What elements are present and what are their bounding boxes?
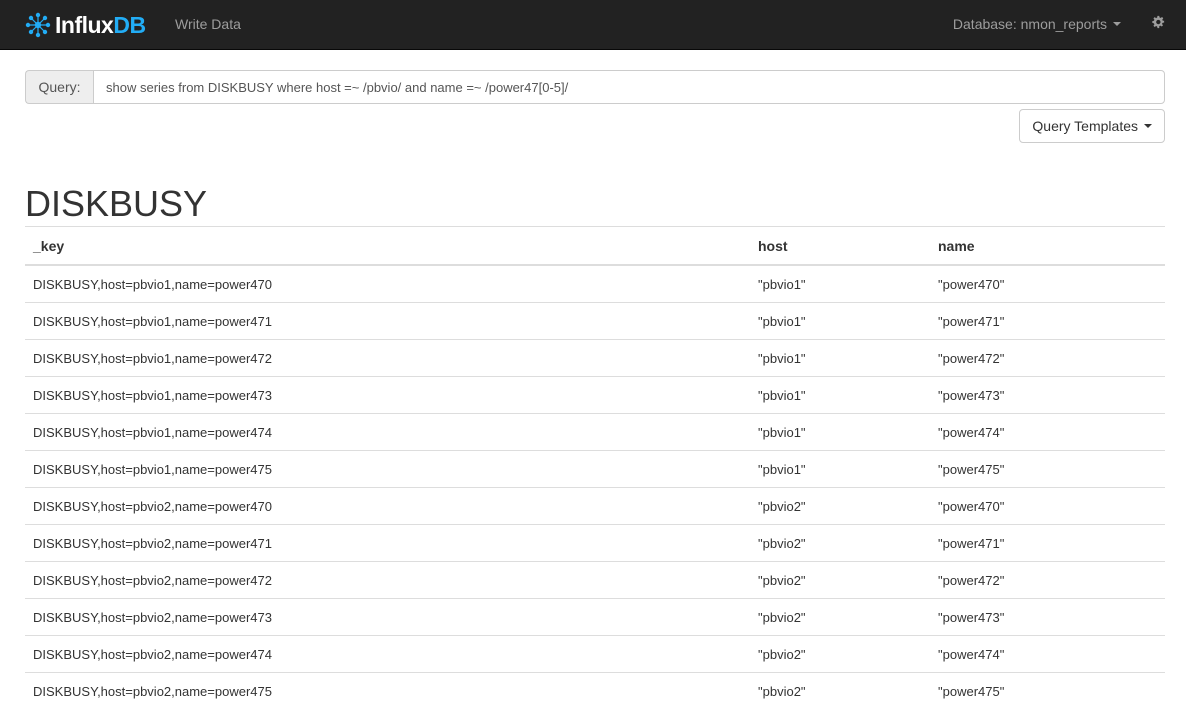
caret-down-icon bbox=[1113, 22, 1121, 26]
cell-name: "power470" bbox=[930, 487, 1165, 525]
query-input[interactable] bbox=[93, 70, 1165, 104]
table-row: DISKBUSY,host=pbvio2,name=power472 "pbvi… bbox=[25, 561, 1165, 599]
cell-key: DISKBUSY,host=pbvio2,name=power475 bbox=[25, 672, 750, 709]
nav-write-data[interactable]: Write Data bbox=[175, 16, 241, 32]
brand-name: InfluxDB bbox=[55, 11, 146, 38]
table-row: DISKBUSY,host=pbvio1,name=power470 "pbvi… bbox=[25, 264, 1165, 303]
table-header-row: _key host name bbox=[25, 226, 1165, 266]
gear-icon[interactable] bbox=[1151, 15, 1165, 29]
table-row: DISKBUSY,host=pbvio2,name=power474 "pbvi… bbox=[25, 635, 1165, 673]
series-title: DISKBUSY bbox=[25, 183, 208, 224]
cell-name: "power471" bbox=[930, 524, 1165, 562]
cell-name: "power473" bbox=[930, 598, 1165, 636]
caret-down-icon bbox=[1144, 124, 1152, 128]
cell-key: DISKBUSY,host=pbvio1,name=power470 bbox=[25, 264, 750, 303]
cell-host: "pbvio1" bbox=[750, 450, 930, 488]
cell-host: "pbvio2" bbox=[750, 672, 930, 709]
navbar: InfluxDB Write Data Database: nmon_repor… bbox=[0, 0, 1186, 50]
cell-host: "pbvio1" bbox=[750, 339, 930, 377]
cell-host: "pbvio2" bbox=[750, 524, 930, 562]
table-row: DISKBUSY,host=pbvio1,name=power472 "pbvi… bbox=[25, 339, 1165, 377]
cell-name: "power472" bbox=[930, 339, 1165, 377]
cell-key: DISKBUSY,host=pbvio2,name=power471 bbox=[25, 524, 750, 562]
table-row: DISKBUSY,host=pbvio1,name=power475 "pbvi… bbox=[25, 450, 1165, 488]
cell-key: DISKBUSY,host=pbvio1,name=power473 bbox=[25, 376, 750, 414]
cell-host: "pbvio1" bbox=[750, 264, 930, 303]
table-row: DISKBUSY,host=pbvio2,name=power470 "pbvi… bbox=[25, 487, 1165, 525]
database-label: Database: nmon_reports bbox=[952, 16, 1107, 32]
cell-key: DISKBUSY,host=pbvio1,name=power475 bbox=[25, 450, 750, 488]
column-header-key: _key bbox=[25, 226, 750, 266]
cell-name: "power473" bbox=[930, 376, 1165, 414]
influxdb-logo-icon bbox=[25, 12, 51, 38]
table-row: DISKBUSY,host=pbvio1,name=power471 "pbvi… bbox=[25, 302, 1165, 340]
query-templates-label: Query Templates bbox=[1032, 118, 1138, 134]
cell-name: "power471" bbox=[930, 302, 1165, 340]
database-dropdown[interactable]: Database: nmon_reports bbox=[953, 16, 1121, 32]
cell-key: DISKBUSY,host=pbvio2,name=power470 bbox=[25, 487, 750, 525]
table-row: DISKBUSY,host=pbvio1,name=power474 "pbvi… bbox=[25, 413, 1165, 451]
cell-host: "pbvio1" bbox=[750, 376, 930, 414]
table-row: DISKBUSY,host=pbvio2,name=power473 "pbvi… bbox=[25, 598, 1165, 636]
cell-name: "power475" bbox=[930, 672, 1165, 709]
cell-name: "power475" bbox=[930, 450, 1165, 488]
cell-name: "power470" bbox=[930, 264, 1165, 303]
cell-key: DISKBUSY,host=pbvio2,name=power473 bbox=[25, 598, 750, 636]
cell-host: "pbvio2" bbox=[750, 561, 930, 599]
query-templates-button[interactable]: Query Templates bbox=[1019, 109, 1165, 143]
cell-key: DISKBUSY,host=pbvio2,name=power474 bbox=[25, 635, 750, 673]
table-row: DISKBUSY,host=pbvio2,name=power471 "pbvi… bbox=[25, 524, 1165, 562]
cell-key: DISKBUSY,host=pbvio2,name=power472 bbox=[25, 561, 750, 599]
cell-host: "pbvio1" bbox=[750, 413, 930, 451]
table-row: DISKBUSY,host=pbvio2,name=power475 "pbvi… bbox=[25, 672, 1165, 709]
cell-host: "pbvio2" bbox=[750, 598, 930, 636]
cell-name: "power474" bbox=[930, 635, 1165, 673]
results-table: _key host name DISKBUSY,host=pbvio1,name… bbox=[25, 226, 1165, 709]
cell-key: DISKBUSY,host=pbvio1,name=power471 bbox=[25, 302, 750, 340]
cell-host: "pbvio1" bbox=[750, 302, 930, 340]
column-header-name: name bbox=[930, 226, 1165, 266]
table-row: DISKBUSY,host=pbvio1,name=power473 "pbvi… bbox=[25, 376, 1165, 414]
query-label: Query: bbox=[25, 70, 93, 104]
column-header-host: host bbox=[750, 226, 930, 266]
brand-logo[interactable]: InfluxDB bbox=[25, 10, 146, 40]
cell-key: DISKBUSY,host=pbvio1,name=power472 bbox=[25, 339, 750, 377]
cell-host: "pbvio2" bbox=[750, 487, 930, 525]
cell-name: "power472" bbox=[930, 561, 1165, 599]
cell-key: DISKBUSY,host=pbvio1,name=power474 bbox=[25, 413, 750, 451]
query-group: Query: bbox=[25, 70, 1165, 104]
cell-name: "power474" bbox=[930, 413, 1165, 451]
cell-host: "pbvio2" bbox=[750, 635, 930, 673]
